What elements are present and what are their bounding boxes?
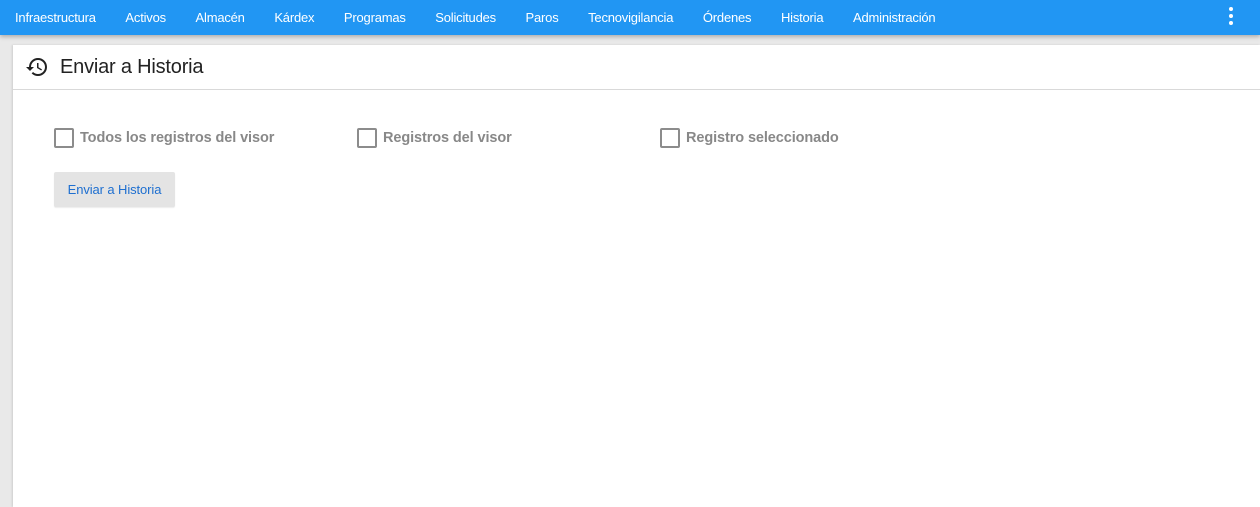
nav-item-almacen[interactable]: Almacén bbox=[196, 10, 245, 25]
menu-dot bbox=[1229, 14, 1233, 18]
send-to-history-button[interactable]: Enviar a Historia bbox=[54, 172, 175, 207]
nav-item-historia[interactable]: Historia bbox=[781, 10, 824, 25]
option-label: Todos los registros del visor bbox=[80, 130, 275, 146]
nav-item-solicitudes[interactable]: Solicitudes bbox=[435, 10, 496, 25]
send-to-history-panel: Enviar a Historia Todos los registros de… bbox=[13, 45, 1260, 507]
history-icon bbox=[25, 55, 49, 79]
nav-item-programas[interactable]: Programas bbox=[344, 10, 406, 25]
nav-item-kardex[interactable]: Kárdex bbox=[274, 10, 314, 25]
checkbox-selected-record[interactable] bbox=[660, 128, 680, 148]
main-nav: Infraestructura Activos Almacén Kárdex P… bbox=[0, 0, 965, 35]
page-title: Enviar a Historia bbox=[60, 55, 204, 78]
nav-item-tecnovigilancia[interactable]: Tecnovigilancia bbox=[588, 10, 673, 25]
option-label: Registro seleccionado bbox=[686, 130, 839, 146]
nav-item-activos[interactable]: Activos bbox=[125, 10, 166, 25]
checkbox-viewer-records[interactable] bbox=[357, 128, 377, 148]
more-vert-icon[interactable] bbox=[1226, 7, 1236, 25]
option-viewer-records[interactable]: Registros del visor bbox=[357, 128, 512, 148]
nav-item-infraestructura[interactable]: Infraestructura bbox=[15, 10, 96, 25]
nav-item-ordenes[interactable]: Órdenes bbox=[703, 10, 752, 25]
top-navigation-bar: Infraestructura Activos Almacén Kárdex P… bbox=[0, 0, 1260, 35]
options-group: Todos los registros del visor Registros … bbox=[54, 128, 954, 150]
nav-item-administracion[interactable]: Administración bbox=[853, 10, 936, 25]
checkbox-all-viewer-records[interactable] bbox=[54, 128, 74, 148]
menu-dot bbox=[1229, 21, 1233, 25]
option-all-viewer-records[interactable]: Todos los registros del visor bbox=[54, 128, 274, 148]
option-label: Registros del visor bbox=[383, 130, 512, 146]
nav-item-paros[interactable]: Paros bbox=[526, 10, 559, 25]
option-selected-record[interactable]: Registro seleccionado bbox=[660, 128, 839, 148]
panel-header: Enviar a Historia bbox=[13, 45, 1260, 90]
menu-dot bbox=[1229, 7, 1233, 11]
